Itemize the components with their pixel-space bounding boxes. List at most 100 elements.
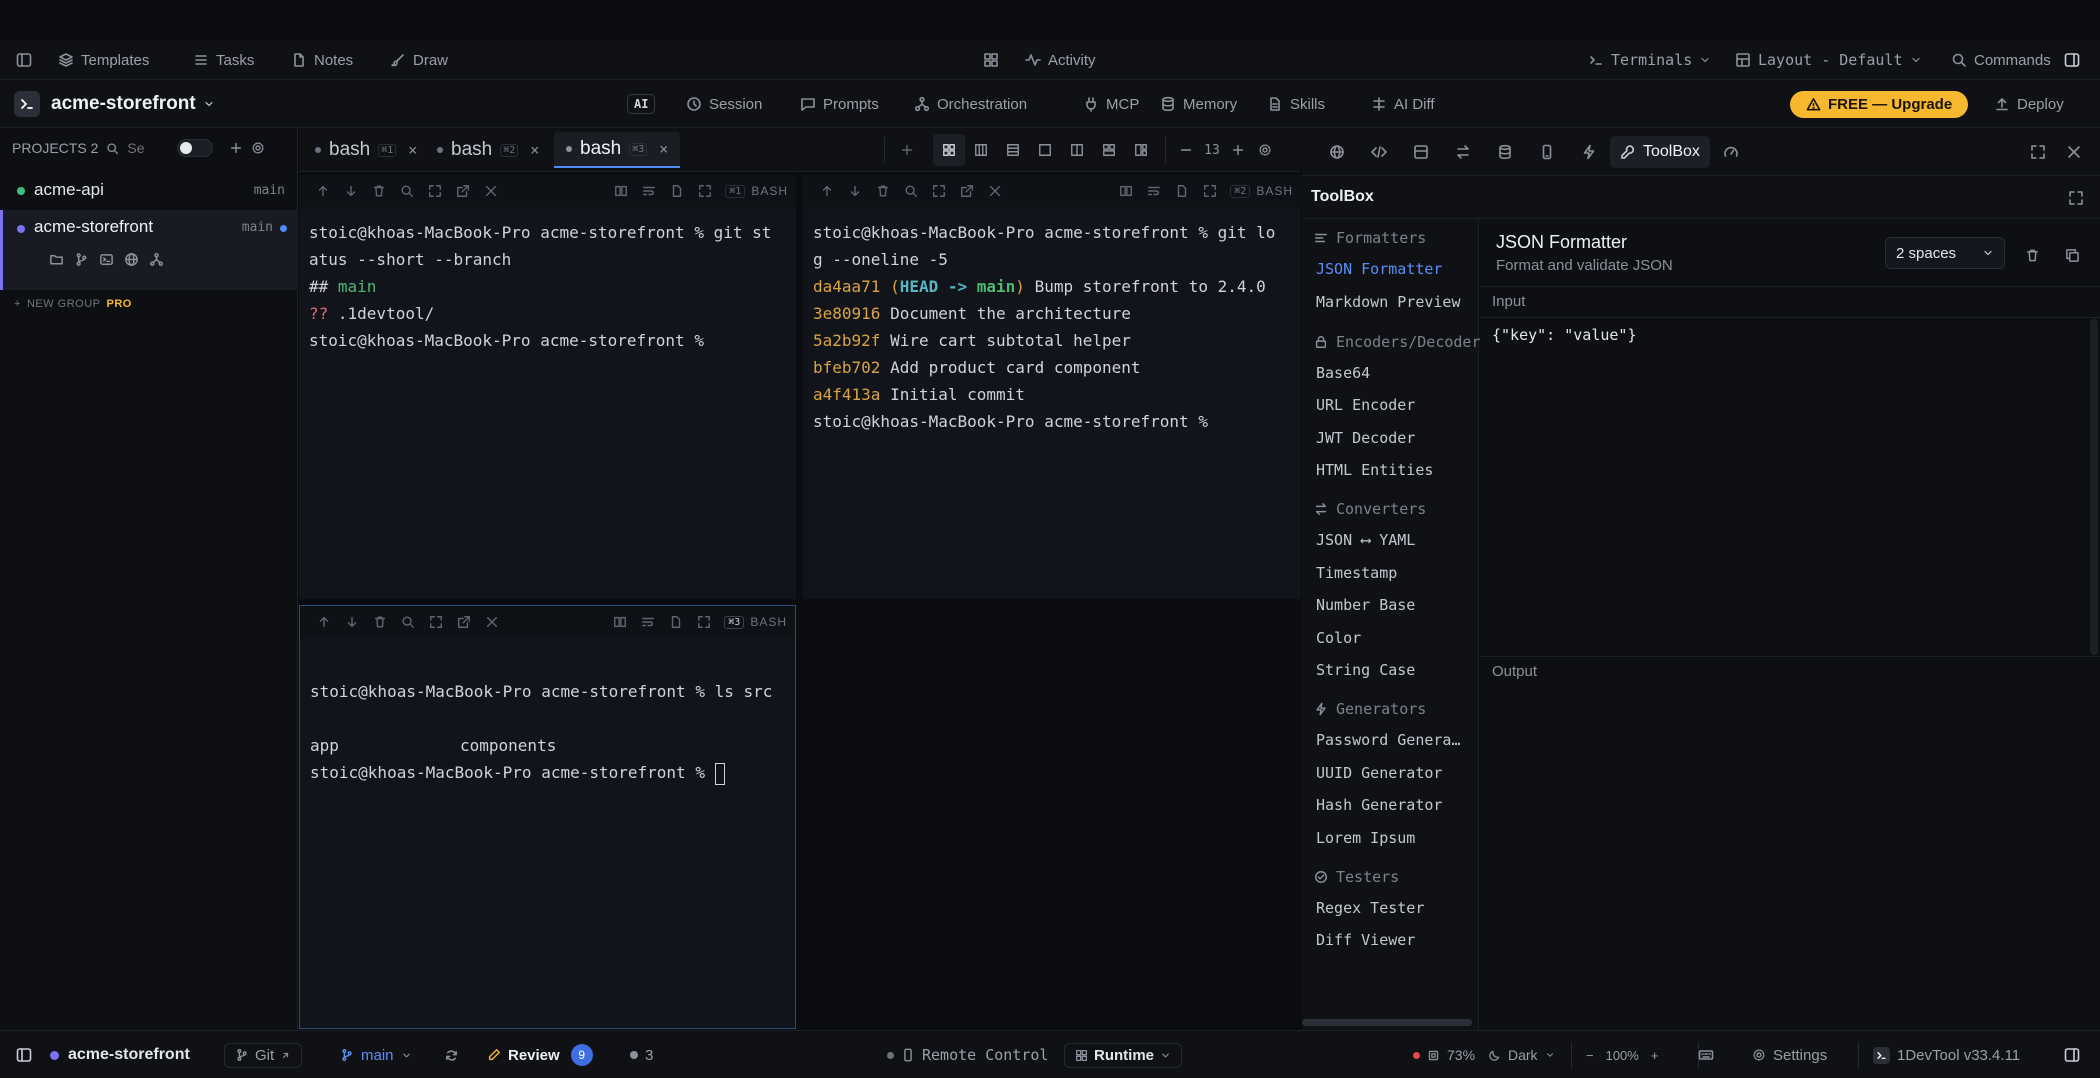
mixed-layout-icon[interactable] [1125,134,1157,166]
wrap-icon[interactable] [634,606,662,638]
new-tab-plus-icon[interactable] [893,134,921,166]
search-icon[interactable] [106,142,119,155]
globe-icon[interactable] [1316,136,1358,168]
zoom-out-icon[interactable] [1174,134,1198,166]
gear-icon[interactable] [1250,134,1280,166]
terminal-pane-2[interactable]: ⌘2 BASH stoic@khoas-MacBook-Pro acme-sto… [803,175,1301,599]
arrow-up-icon[interactable] [309,175,337,207]
input-scrollbar[interactable] [2090,319,2098,655]
upgrade-button[interactable]: FREE — Upgrade [1790,80,1969,128]
tiles-layout-icon[interactable] [1093,134,1125,166]
fullscreen-icon[interactable] [1196,175,1224,207]
tool-markdown-preview[interactable]: Markdown Preview [1316,293,1476,311]
terminal-tab-2[interactable]: bash ⌘2 × [429,134,547,166]
tool-base64[interactable]: Base64 [1316,364,1476,382]
arrow-down-icon[interactable] [841,175,869,207]
trash-icon[interactable] [366,606,394,638]
tool-json-formatter[interactable]: JSON Formatter [1316,260,1476,278]
fullscreen-icon[interactable] [691,175,719,207]
trash-icon[interactable] [365,175,393,207]
commands-button[interactable]: Commands [1951,40,2051,80]
book-icon[interactable] [607,175,635,207]
book-icon[interactable] [606,606,634,638]
toolbox-tab[interactable]: ToolBox [1610,135,1710,168]
project-item-acme-api[interactable]: acme-api main [0,174,297,208]
settings-button[interactable]: Settings [1752,1031,1827,1078]
close-icon[interactable] [477,175,505,207]
toggle-switch[interactable] [177,139,214,157]
templates-nav[interactable]: Templates [58,40,149,80]
nav-scrollbar[interactable] [1302,1019,1472,1026]
sidebar-toggle-icon[interactable] [16,1031,32,1078]
zoom-in-button[interactable]: + [1651,1048,1659,1063]
prompts-nav[interactable]: Prompts [800,80,879,128]
tool-password-generator[interactable]: Password Genera… [1316,731,1476,749]
terminal-icon[interactable] [99,252,114,267]
zoom-out-button[interactable]: − [1586,1048,1594,1063]
remote-control-button[interactable]: Remote Control [887,1031,1048,1078]
expand-icon[interactable] [2062,182,2090,214]
tool-lorem-ipsum[interactable]: Lorem Ipsum [1316,829,1476,847]
plus-icon[interactable] [229,141,243,155]
project-selector[interactable]: acme-storefront [14,80,215,128]
tasks-nav[interactable]: Tasks [193,40,254,80]
tool-url-encoder[interactable]: URL Encoder [1316,396,1476,414]
right-panel-toggle-icon[interactable] [2064,40,2080,80]
git-button[interactable]: Git [224,1031,303,1078]
refresh-icon[interactable] [444,1031,459,1078]
globe-icon[interactable] [124,252,139,267]
gauge-icon[interactable] [1710,136,1752,168]
tool-html-entities[interactable]: HTML Entities [1316,461,1476,479]
gear-icon[interactable] [251,141,265,155]
terminal-pane-3[interactable]: ⌘3 BASH stoic@khoas-MacBook-Pro acme-sto… [299,605,796,1029]
panel-icon[interactable] [1400,136,1442,168]
activity-nav[interactable]: Activity [1025,40,1096,80]
project-search-input[interactable] [127,140,170,156]
trash-icon[interactable] [2018,239,2046,271]
grid-icon[interactable] [983,40,999,80]
folder-icon[interactable] [49,252,64,267]
expand-icon[interactable] [422,606,450,638]
copy-icon[interactable] [2058,239,2086,271]
review-button[interactable]: Review 9 [487,1031,593,1078]
cpu-usage[interactable]: 73% [1413,1031,1475,1078]
tool-string-case[interactable]: String Case [1316,661,1476,679]
rows-layout-icon[interactable] [997,134,1029,166]
tool-regex-tester[interactable]: Regex Tester [1316,899,1476,917]
lightning-icon[interactable] [1568,136,1610,168]
tool-diff-viewer[interactable]: Diff Viewer [1316,931,1476,949]
zoom-in-icon[interactable] [1226,134,1250,166]
arrow-up-icon[interactable] [310,606,338,638]
tool-number-base[interactable]: Number Base [1316,596,1476,614]
tool-timestamp[interactable]: Timestamp [1316,564,1476,582]
status-project[interactable]: acme-storefront [50,1031,190,1078]
book-icon[interactable] [1112,175,1140,207]
close-icon[interactable] [478,606,506,638]
branch-selector[interactable]: main [340,1031,412,1078]
database-icon[interactable] [1484,136,1526,168]
notes-nav[interactable]: Notes [291,40,353,80]
app-version[interactable]: 1DevTool v33.4.11 [1873,1031,2020,1078]
file-icon[interactable] [1168,175,1196,207]
network-icon[interactable] [149,252,164,267]
external-link-icon[interactable] [450,606,478,638]
code-icon[interactable] [1358,136,1400,168]
swap-icon[interactable] [1442,136,1484,168]
close-tab-icon[interactable]: × [530,141,539,159]
runtime-dropdown[interactable]: Runtime [1064,1031,1182,1078]
search-icon[interactable] [393,175,421,207]
wrap-icon[interactable] [1140,175,1168,207]
orchestration-nav[interactable]: Orchestration [914,80,1027,128]
columns-layout-icon[interactable] [965,134,997,166]
tool-uuid-generator[interactable]: UUID Generator [1316,764,1476,782]
close-tab-icon[interactable]: × [659,140,668,158]
new-group-button[interactable]: + NEW GROUP PRO [14,298,132,310]
terminal-tab-1[interactable]: bash ⌘1 × [307,134,425,166]
arrow-down-icon[interactable] [338,606,366,638]
close-icon[interactable] [2056,136,2092,168]
ai-badge[interactable]: AI [627,80,656,128]
terminal-pane-1[interactable]: ⌘1 BASH stoic@khoas-MacBook-Pro acme-sto… [299,175,796,599]
terminal-tab-3[interactable]: bash ⌘3 × [554,132,681,168]
close-icon[interactable] [981,175,1009,207]
tool-hash-generator[interactable]: Hash Generator [1316,796,1476,814]
